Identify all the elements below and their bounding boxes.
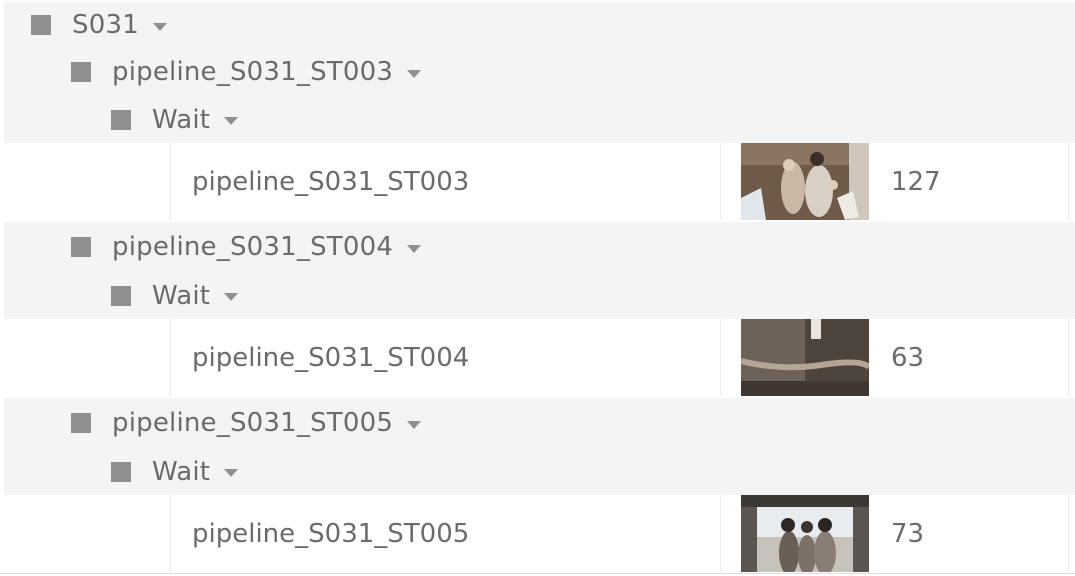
chevron-down-icon[interactable] [407,420,422,429]
status-label: Wait [152,280,211,311]
chevron-down-icon[interactable] [407,244,422,253]
item-name: pipeline_S031_ST003 [192,167,470,197]
row-divider [170,143,171,220]
bottom-border [0,573,1075,574]
status-row[interactable]: Wait [4,96,1075,143]
shot-label: pipeline_S031_ST005 [112,408,394,438]
status-square-icon [111,285,131,306]
sequence-label: S031 [72,10,139,40]
folder-square-icon [71,62,91,82]
row-divider [1068,495,1069,572]
row-divider [170,319,171,396]
item-name: pipeline_S031_ST004 [192,343,470,373]
status-row[interactable]: Wait [4,272,1075,319]
sequence-row[interactable]: S031 [4,2,1075,48]
row-divider [1068,143,1069,220]
folder-square-icon [71,413,91,433]
item-row[interactable]: pipeline_S031_ST004 63 [4,319,1075,396]
frame-count: 127 [891,167,941,197]
column-divider [720,495,721,572]
status-square-icon [111,461,131,482]
shot-row[interactable]: pipeline_S031_ST004 [4,222,1075,272]
item-name: pipeline_S031_ST005 [192,519,470,549]
chevron-down-icon[interactable] [224,117,239,125]
shot-row[interactable]: pipeline_S031_ST003 [4,48,1075,96]
shot-label: pipeline_S031_ST004 [112,232,394,262]
status-label: Wait [152,456,211,487]
frame-count: 73 [891,519,925,549]
chevron-down-icon[interactable] [152,22,167,31]
frame-count: 63 [891,343,925,373]
status-row[interactable]: Wait [4,448,1075,495]
chevron-down-icon[interactable] [224,293,239,301]
row-divider [1068,319,1069,396]
status-square-icon [111,109,131,130]
chevron-down-icon[interactable] [407,69,422,78]
column-divider [720,143,721,220]
shot-row[interactable]: pipeline_S031_ST005 [4,398,1075,448]
folder-square-icon [71,237,91,257]
column-divider [720,319,721,396]
item-row[interactable]: pipeline_S031_ST003 127 [4,143,1075,220]
folder-square-icon [31,15,51,35]
thumbnail-image[interactable] [741,143,869,220]
chevron-down-icon[interactable] [224,469,239,477]
status-label: Wait [152,104,211,135]
shot-label: pipeline_S031_ST003 [112,57,394,87]
thumbnail-image[interactable] [741,495,869,572]
tree-view: S031 pipeline_S031_ST003 Wait pipeline_S… [0,0,1075,576]
thumbnail-image[interactable] [741,319,869,396]
row-divider [170,495,171,572]
item-row[interactable]: pipeline_S031_ST005 73 [4,495,1075,572]
